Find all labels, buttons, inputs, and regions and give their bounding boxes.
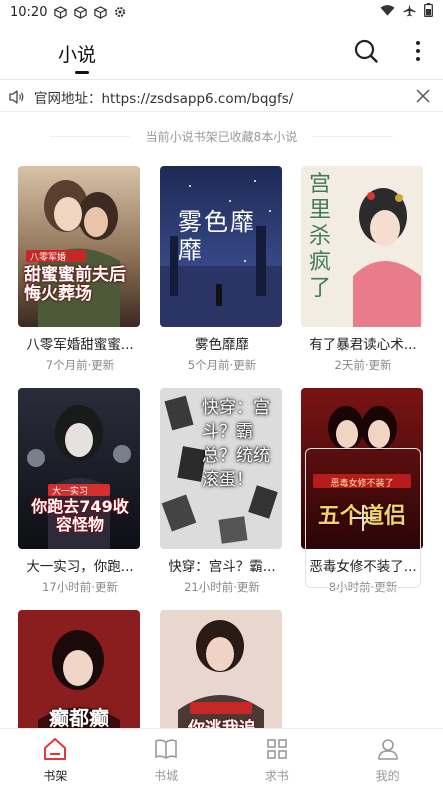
cover-badge: 八零军婚 [30,253,67,263]
book-card[interactable]: 八零军婚 甜蜜蜜前夫后悔火葬场 八零军婚甜蜜蜜... 7个月前·更新 [18,166,142,373]
nav-label: 书城 [154,769,179,783]
plus-icon [350,505,376,531]
book-cover[interactable]: 大一实习 你跑去749收容怪物 [18,388,140,549]
grid-icon [267,739,287,759]
cover-title: 癫都癫 [49,706,109,730]
nav-item-shelf[interactable]: 书架 [0,729,111,788]
status-time: 10:20 [10,4,48,20]
book-card[interactable]: 大一实习 你跑去749收容怪物 大一实习，你跑... 17小时前·更新 [18,388,142,595]
status-bar: 10:20 [0,0,443,24]
notice-bar: 官网地址：https://zsdsapp6.com/bqgfs/ [0,82,443,112]
home-icon [44,738,67,760]
person-icon [377,739,398,760]
book-title: 雾色靡靡 [195,337,249,353]
book-icon [155,739,177,759]
cube-icon [53,5,67,19]
settings-gear-icon [113,5,127,19]
nav-label: 书架 [43,769,68,783]
nav-item-store[interactable]: 书城 [111,729,222,788]
book-card[interactable]: 快穿：宫斗？霸总？统统滚蛋！ 快穿：宫斗？霸... 21小时前·更新 [160,388,284,595]
cover-title: 宫里杀疯了 [309,172,332,301]
book-update-time: 7个月前·更新 [45,358,115,372]
cover-title: 快穿：宫斗？霸总？统统滚蛋！ [202,398,270,490]
book-cover[interactable]: 雾色靡靡 [160,166,282,327]
book-update-time: 5个月前·更新 [187,358,257,372]
nav-label: 我的 [375,769,400,783]
book-cover[interactable]: 八零军婚 甜蜜蜜前夫后悔火葬场 [18,166,140,327]
nav-label: 求书 [264,769,289,783]
more-dot-icon [416,49,420,53]
book-update-time: 17小时前·更新 [42,580,118,594]
book-update-time: 2天前·更新 [334,358,392,372]
notice-text: 官网地址：https://zsdsapp6.com/bqgfs/ [34,90,294,107]
app-header: 小说 [0,30,443,80]
book-card[interactable]: 雾色靡靡 雾色靡靡 5个月前·更新 [160,166,284,373]
book-update-time: 21小时前·更新 [184,580,260,594]
cover-title: 你跑去749收容怪物 [31,497,129,534]
search-icon [354,39,378,63]
page-title: 小说 [58,44,97,66]
book-title: 有了暴君读心术... [309,337,417,353]
title-underline [75,71,89,74]
more-dot-icon [416,41,420,45]
bottom-nav: 书架 书城 求书 我的 [0,728,443,788]
cover-title: 雾色靡靡 [178,208,256,264]
cube-icon [73,5,87,19]
book-cover[interactable]: 宫里杀疯了 [301,166,423,327]
battery-icon [424,3,433,21]
add-book-button[interactable] [305,448,421,588]
search-button[interactable] [353,38,379,64]
airplane-icon [403,3,416,21]
speaker-icon [9,89,24,104]
more-options-button[interactable] [408,38,428,64]
book-cover[interactable]: 快穿：宫斗？霸总？统统滚蛋！ [160,388,282,549]
book-title: 大一实习，你跑... [26,559,134,575]
cover-title: 甜蜜蜜前夫后悔火葬场 [24,265,126,304]
more-dot-icon [416,57,420,61]
shelf-count-text: 当前小说书架已收藏8本小说 [0,128,443,145]
book-title: 八零军婚甜蜜蜜... [26,337,134,353]
wifi-icon [380,4,395,21]
nav-item-me[interactable]: 我的 [332,729,443,788]
cube-icon [93,5,107,19]
close-icon[interactable] [415,88,431,104]
nav-item-request[interactable]: 求书 [222,729,333,788]
book-card[interactable]: 宫里杀疯了 有了暴君读心术... 2天前·更新 [301,166,425,373]
book-title: 快穿：宫斗？霸... [168,559,276,575]
cover-badge: 大一实习 [52,487,89,497]
